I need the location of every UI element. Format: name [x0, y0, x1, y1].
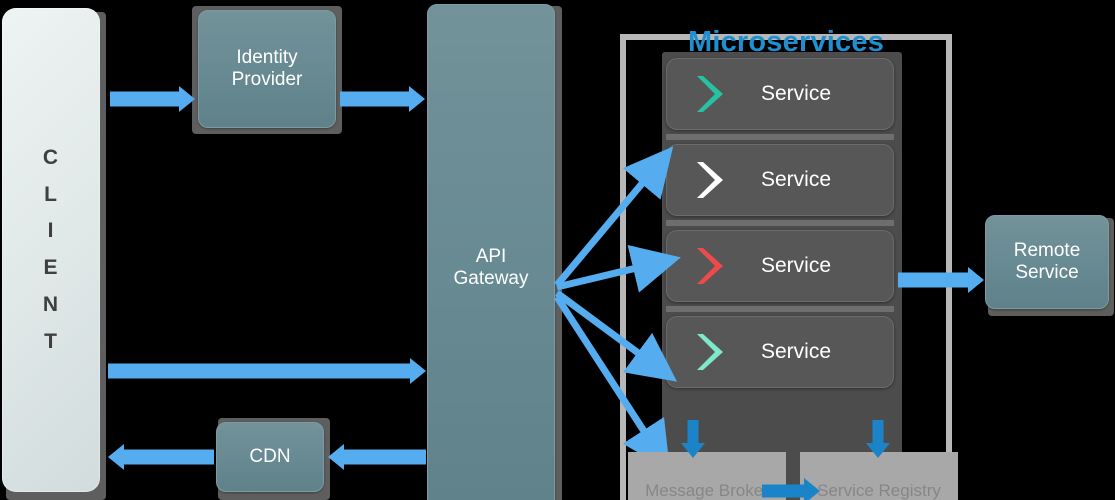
service-separator: [666, 306, 894, 312]
remote-service-label-line2: Service: [1015, 262, 1079, 283]
arrow-client-to-identity-provider: [110, 86, 195, 112]
arrow-service-2-to-remote-service: [898, 267, 984, 293]
api-gateway-label-line2: Gateway: [453, 268, 529, 289]
client-letter: T: [44, 329, 58, 353]
client-letter: E: [43, 256, 59, 279]
chevron-right-icon: [697, 334, 723, 370]
identity-provider-label-line2: Provider: [231, 69, 303, 90]
arrow-identity-provider-to-api-gateway: [340, 86, 425, 112]
architecture-diagram: C L I E N T Identity Provider API Gatewa…: [0, 0, 1115, 500]
arrow-message-broker-to-service-registry: [762, 478, 820, 500]
message-broker-label: Message Broker: [645, 481, 769, 500]
arrow-services-to-service-registry: [865, 420, 891, 458]
api-gateway-node[interactable]: API Gateway: [427, 4, 555, 500]
service-separator: [666, 220, 894, 226]
service-separator: [666, 134, 894, 140]
client-letter: L: [44, 182, 58, 206]
service-registry-node[interactable]: Service Registry: [800, 452, 958, 500]
cdn-node[interactable]: CDN: [216, 422, 324, 492]
api-gateway-label-line1: API: [475, 245, 507, 267]
client-letter: I: [47, 219, 55, 243]
remote-service-label-line1: Remote: [1013, 239, 1081, 261]
identity-provider-label-line1: Identity: [236, 46, 298, 68]
arrow-static-content-to-cdn: [328, 444, 426, 470]
service-card-1[interactable]: Service: [666, 58, 894, 130]
service-label: Service: [761, 340, 832, 363]
service-label: Service: [761, 82, 832, 105]
cdn-label: CDN: [249, 445, 291, 467]
arrow-services-to-message-broker: [680, 420, 706, 458]
service-label: Service: [761, 254, 832, 277]
arrow-client-to-api-gateway: [108, 358, 426, 384]
chevron-right-icon: [697, 248, 723, 284]
client-letter: C: [42, 145, 60, 169]
chevron-right-icon: [697, 162, 723, 198]
service-card-4[interactable]: Service: [666, 316, 894, 388]
client-letter: N: [42, 292, 60, 316]
service-registry-label: Service Registry: [817, 481, 941, 500]
client-node[interactable]: C L I E N T: [2, 8, 100, 492]
identity-provider-node[interactable]: Identity Provider: [198, 10, 336, 128]
service-label: Service: [761, 168, 832, 191]
service-card-3[interactable]: Service: [666, 230, 894, 302]
service-card-2[interactable]: Service: [666, 144, 894, 216]
arrow-cdn-to-client: [108, 444, 214, 470]
chevron-right-icon: [697, 76, 723, 112]
remote-service-node[interactable]: Remote Service: [985, 215, 1109, 309]
